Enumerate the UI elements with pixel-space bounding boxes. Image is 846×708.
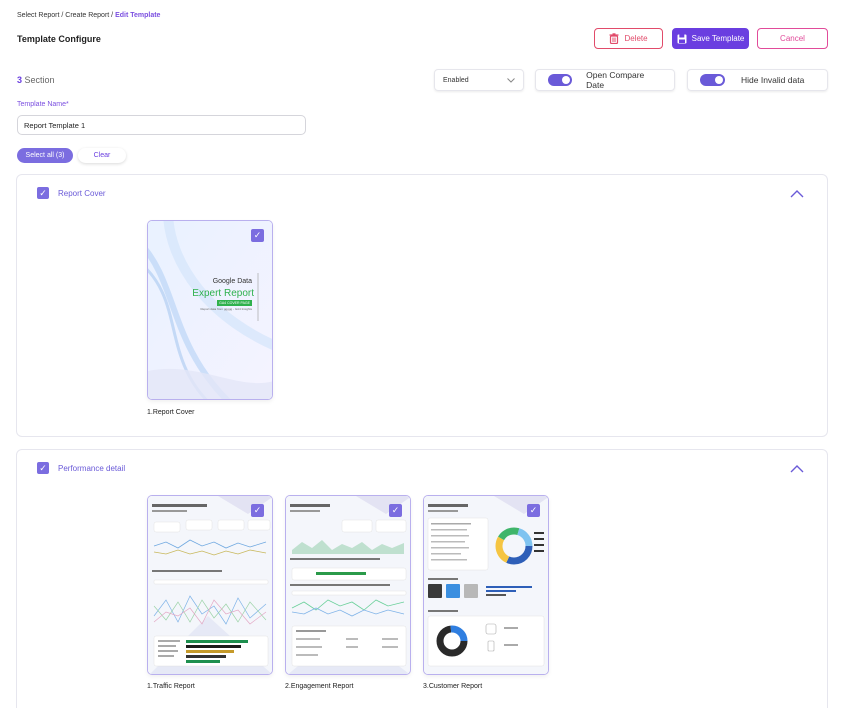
traffic-report-thumbnail xyxy=(148,496,272,674)
card-checkbox-engagement-report[interactable]: ✓ xyxy=(389,504,402,517)
section-panel-report-cover: ✓ Report Cover Google Data Expert Report… xyxy=(16,174,828,437)
delete-button-label: Delete xyxy=(624,34,648,43)
report-card-customer[interactable]: ✓ xyxy=(423,495,549,675)
save-template-label: Save Template xyxy=(691,34,745,43)
card-caption-traffic-report: 1.Traffic Report xyxy=(147,683,195,690)
cancel-button[interactable]: Cancel xyxy=(757,28,828,49)
report-card-engagement[interactable]: ✓ xyxy=(285,495,411,675)
breadcrumb-item-create-report[interactable]: Create Report xyxy=(65,12,109,19)
save-icon xyxy=(677,34,687,43)
trash-icon xyxy=(609,33,619,44)
select-all-button[interactable]: Select all (3) xyxy=(17,148,73,163)
report-card-traffic[interactable]: ✓ xyxy=(147,495,273,675)
cover-line2: Expert Report xyxy=(192,288,254,299)
section-title-report-cover: Report Cover xyxy=(58,189,106,198)
cover-tag: GA4 COVER PAGE xyxy=(217,300,252,306)
section-checkbox-performance-detail[interactable]: ✓ xyxy=(37,462,49,474)
report-card-cover[interactable]: Google Data Expert Report GA4 COVER PAGE… xyxy=(147,220,273,400)
card-checkbox-report-cover[interactable]: ✓ xyxy=(251,229,264,242)
checkmark-icon: ✓ xyxy=(529,505,538,515)
breadcrumb-item-select-report[interactable]: Select Report xyxy=(17,12,59,19)
checkmark-icon: ✓ xyxy=(253,505,262,515)
card-caption-customer-report: 3.Customer Report xyxy=(423,683,483,690)
section-count: 3 Section xyxy=(17,75,55,85)
open-compare-date-label: Open Compare Date xyxy=(586,70,645,90)
status-select-value: Enabled xyxy=(443,76,469,84)
template-configure-page: Select Report / Create Report / Edit Tem… xyxy=(0,0,846,708)
delete-button[interactable]: Delete xyxy=(594,28,663,49)
section-panel-performance-detail: ✓ Performance detail ✓ 1.Traffic Report … xyxy=(16,449,828,708)
cover-date: Report data from ggggg - GA4 Insights xyxy=(200,307,252,311)
chevron-up-icon[interactable] xyxy=(790,190,804,198)
section-count-number: 3 xyxy=(17,75,23,85)
card-checkbox-traffic-report[interactable]: ✓ xyxy=(251,504,264,517)
breadcrumb-current: Edit Template xyxy=(115,12,161,19)
toggle-switch[interactable] xyxy=(700,74,725,86)
section-checkbox-report-cover[interactable]: ✓ xyxy=(37,187,49,199)
template-name-input[interactable] xyxy=(17,115,306,135)
clear-button[interactable]: Clear xyxy=(78,148,126,163)
chevron-down-icon xyxy=(507,77,515,83)
toggle-switch[interactable] xyxy=(548,74,573,86)
checkmark-icon: ✓ xyxy=(39,187,47,198)
template-name-label: Template Name* xyxy=(17,101,69,108)
chevron-up-icon[interactable] xyxy=(790,465,804,473)
customer-report-thumbnail xyxy=(424,496,548,674)
section-count-label: Section xyxy=(24,75,55,85)
checkmark-icon: ✓ xyxy=(253,230,262,240)
card-caption-engagement-report: 2.Engagement Report xyxy=(285,683,354,690)
card-checkbox-customer-report[interactable]: ✓ xyxy=(527,504,540,517)
breadcrumb: Select Report / Create Report / Edit Tem… xyxy=(17,12,160,19)
save-template-button[interactable]: Save Template xyxy=(672,28,749,49)
checkmark-icon: ✓ xyxy=(391,505,400,515)
checkmark-icon: ✓ xyxy=(39,462,47,473)
card-caption-report-cover: 1.Report Cover xyxy=(147,409,195,416)
section-title-performance-detail: Performance detail xyxy=(58,464,126,473)
engagement-report-thumbnail xyxy=(286,496,410,674)
page-title: Template Configure xyxy=(17,34,101,44)
cover-line1: Google Data xyxy=(212,278,252,285)
open-compare-date-toggle[interactable]: Open Compare Date xyxy=(535,69,675,91)
hide-invalid-data-toggle[interactable]: Hide Invalid data xyxy=(687,69,828,91)
status-select[interactable]: Enabled xyxy=(434,69,524,91)
hide-invalid-data-label: Hide Invalid data xyxy=(741,75,805,85)
